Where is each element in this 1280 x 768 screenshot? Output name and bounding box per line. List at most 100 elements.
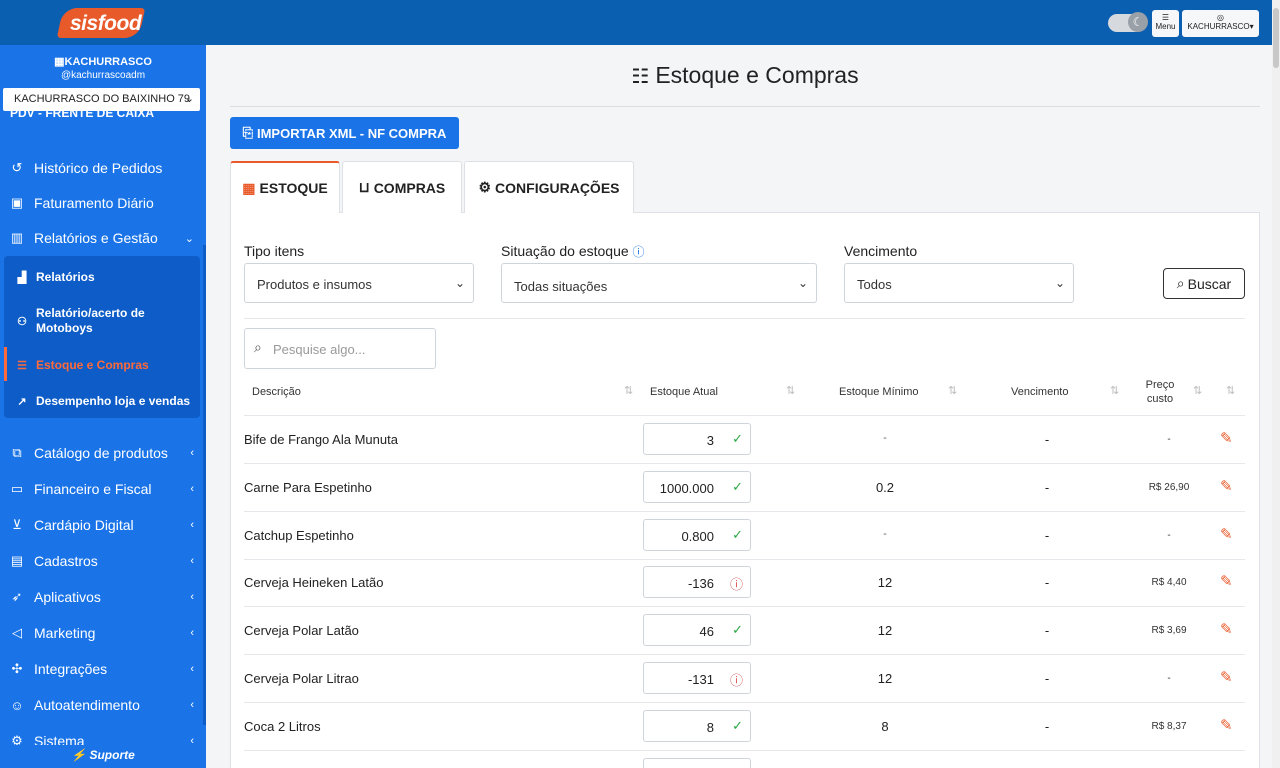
sidebar-scrollbar[interactable]	[203, 245, 206, 725]
menu-button[interactable]: ☰ Menu	[1152, 10, 1179, 37]
sort-icon[interactable]: ⇅	[948, 384, 957, 397]
column-header-preco-custo[interactable]: Preço custo	[1145, 378, 1175, 406]
motorcycle-icon: ⚇	[17, 315, 27, 328]
pencil-icon[interactable]: ✎	[1220, 620, 1233, 638]
row-price: R$ 8,37	[1151, 721, 1187, 732]
sidebar-item-financeiro[interactable]: ▭ Financeiro e Fiscal ‹	[0, 476, 206, 502]
chevron-down-icon: ⌄	[184, 232, 194, 245]
stock-input[interactable]	[643, 758, 751, 768]
row-min-stock: 0.2	[875, 480, 895, 495]
vencimento-select[interactable]: Todos ⌄	[844, 263, 1074, 303]
sort-icon[interactable]: ⇅	[1226, 384, 1235, 397]
tipo-itens-select[interactable]: Produtos e insumos ⌄	[244, 263, 474, 303]
basket-icon: ⊔	[358, 179, 370, 195]
sort-icon[interactable]: ⇅	[1193, 384, 1202, 397]
list-icon: ☰	[17, 359, 27, 372]
buscar-label: Buscar	[1187, 275, 1232, 292]
user-icon: ◎	[1217, 13, 1224, 22]
row-price: R$ 26,90	[1148, 482, 1190, 493]
sidebar-item-faturamento[interactable]: ▣ Faturamento Diário	[0, 190, 206, 216]
import-xml-button[interactable]: ⎘ IMPORTAR XML - NF COMPRA	[230, 117, 459, 149]
sidebar-item-cardapio[interactable]: ⊻ Cardápio Digital ‹	[0, 512, 206, 538]
column-header-vencimento[interactable]: Vencimento	[1011, 385, 1068, 399]
buscar-button[interactable]: ⌕ Buscar	[1163, 268, 1245, 299]
row-min-stock: 8	[881, 719, 889, 734]
tab-estoque[interactable]: ▦ ESTOQUE	[230, 161, 340, 213]
pencil-icon[interactable]: ✎	[1220, 572, 1233, 590]
pencil-icon[interactable]: ✎	[1220, 716, 1233, 734]
search-input[interactable]: ⌕ Pesquise algo...	[244, 328, 436, 369]
stock-input[interactable]: 46 ✓	[643, 614, 751, 646]
stock-input[interactable]: 8 ✓	[643, 710, 751, 742]
row-description: Cerveja Polar Latão	[244, 623, 359, 638]
support-button[interactable]: ⚡ Suporte	[0, 745, 206, 768]
alert-circle-icon: ⓘ	[729, 673, 743, 688]
divider	[230, 106, 1260, 107]
money-icon: ▣	[10, 195, 24, 210]
sidebar-item-label: Cardápio Digital	[34, 517, 134, 533]
sidebar-item-label: Histórico de Pedidos	[34, 160, 163, 176]
sidebar-item-relatorios-gestao[interactable]: ▥ Relatórios e Gestão ⌄	[0, 225, 206, 251]
chevron-left-icon: ‹	[190, 447, 194, 459]
chevron-down-icon: ⌄	[1054, 276, 1065, 290]
search-placeholder: Pesquise algo...	[273, 342, 366, 357]
stock-input[interactable]: -136 ⓘ	[643, 566, 751, 598]
tab-compras[interactable]: ⊔ COMPRAS	[342, 161, 462, 213]
sidebar-item-pdv[interactable]: PDV - FRENTE DE CAIXA	[10, 111, 154, 121]
logo[interactable]: sisfood	[70, 12, 142, 36]
column-header-descricao[interactable]: Descrição	[252, 385, 301, 399]
sort-icon[interactable]: ⇅	[786, 384, 795, 397]
stock-input[interactable]: 3 ✓	[643, 423, 751, 455]
history-icon: ↺	[11, 160, 23, 175]
page-scrollbar[interactable]	[1272, 0, 1280, 768]
pencil-icon[interactable]: ✎	[1220, 668, 1233, 686]
sidebar-item-integracoes[interactable]: ✣ Integrações ‹	[0, 656, 206, 682]
tab-configuracoes[interactable]: ⚙ CONFIGURAÇÕES	[464, 161, 634, 213]
situacao-estoque-select[interactable]: Todas situações ⌄	[501, 263, 817, 303]
row-price: R$ 4,40	[1151, 577, 1187, 588]
sort-icon[interactable]: ⇅	[1110, 384, 1119, 397]
stock-input[interactable]: 0.800 ✓	[643, 519, 751, 551]
sidebar-item-cadastros[interactable]: ▤ Cadastros ‹	[0, 548, 206, 574]
chevron-left-icon: ‹	[190, 627, 194, 639]
row-description: Bife de Frango Ala Munuta	[244, 432, 398, 447]
sidebar-item-aplicativos[interactable]: ➶ Aplicativos ‹	[0, 584, 206, 610]
sidebar-subitem-estoque[interactable]: ☰ Estoque e Compras	[4, 354, 200, 376]
store-select[interactable]: KACHURRASCO DO BAIXINHO 79 ⌄	[3, 88, 200, 111]
info-icon[interactable]: ⓘ	[633, 245, 645, 259]
grid-icon: ▦	[242, 179, 256, 196]
pencil-icon[interactable]: ✎	[1220, 429, 1233, 447]
stock-input[interactable]: -131 ⓘ	[643, 662, 751, 694]
column-header-estoque-atual[interactable]: Estoque Atual	[650, 385, 718, 399]
row-vencimento: -	[1044, 671, 1050, 686]
sidebar-item-historico[interactable]: ↺ Histórico de Pedidos	[0, 155, 206, 181]
sidebar-subitem-relatorios[interactable]: ▟ Relatórios	[4, 266, 200, 288]
hamburger-icon: ☰	[1161, 13, 1170, 22]
sidebar-item-label: Cadastros	[34, 553, 98, 569]
support-icon: ⚡	[71, 748, 87, 762]
sidebar-item-marketing[interactable]: ◁ Marketing ‹	[0, 620, 206, 646]
check-circle-icon: ✓	[732, 431, 743, 446]
sidebar-subitem-desempenho[interactable]: ↗ Desempenho loja e vendas	[4, 390, 200, 412]
moon-icon[interactable]: ☾	[1128, 12, 1148, 32]
sidebar-subitem-label: Relatório/acerto de Motoboys	[36, 306, 145, 335]
sidebar-item-label: Autoatendimento	[34, 697, 140, 713]
sort-icon[interactable]: ⇅	[624, 384, 633, 397]
pencil-icon[interactable]: ✎	[1220, 477, 1233, 495]
rocket-icon: ➶	[11, 589, 23, 604]
sidebar-item-autoatendimento[interactable]: ☺ Autoatendimento ‹	[0, 692, 206, 718]
chevron-left-icon: ‹	[190, 483, 194, 495]
boxes-icon: ⧉	[12, 445, 22, 460]
column-header-estoque-minimo[interactable]: Estoque Mínimo	[839, 385, 918, 399]
submenu-relatorios: ▟ Relatórios ⚇ Relatório/acerto de Motob…	[4, 256, 200, 418]
table-row: Cerveja Polar Litrao -131 ⓘ 12 - - ✎	[244, 655, 1245, 703]
tipo-itens-label: Tipo itens	[244, 243, 305, 259]
stock-input[interactable]: 1000.000 ✓	[643, 471, 751, 503]
pencil-icon[interactable]: ✎	[1220, 525, 1233, 543]
puzzle-icon: ✣	[11, 661, 23, 676]
page-scrollbar-thumb[interactable]	[1273, 8, 1279, 68]
briefcase-icon: ▤	[10, 553, 24, 568]
user-menu-button[interactable]: ◎ KACHURRASCO▾	[1182, 10, 1259, 37]
sidebar-subitem-motoboys[interactable]: ⚇ Relatório/acerto de Motoboys	[4, 304, 200, 338]
sidebar-item-catalogo[interactable]: ⧉ Catálogo de produtos ‹	[0, 440, 206, 466]
